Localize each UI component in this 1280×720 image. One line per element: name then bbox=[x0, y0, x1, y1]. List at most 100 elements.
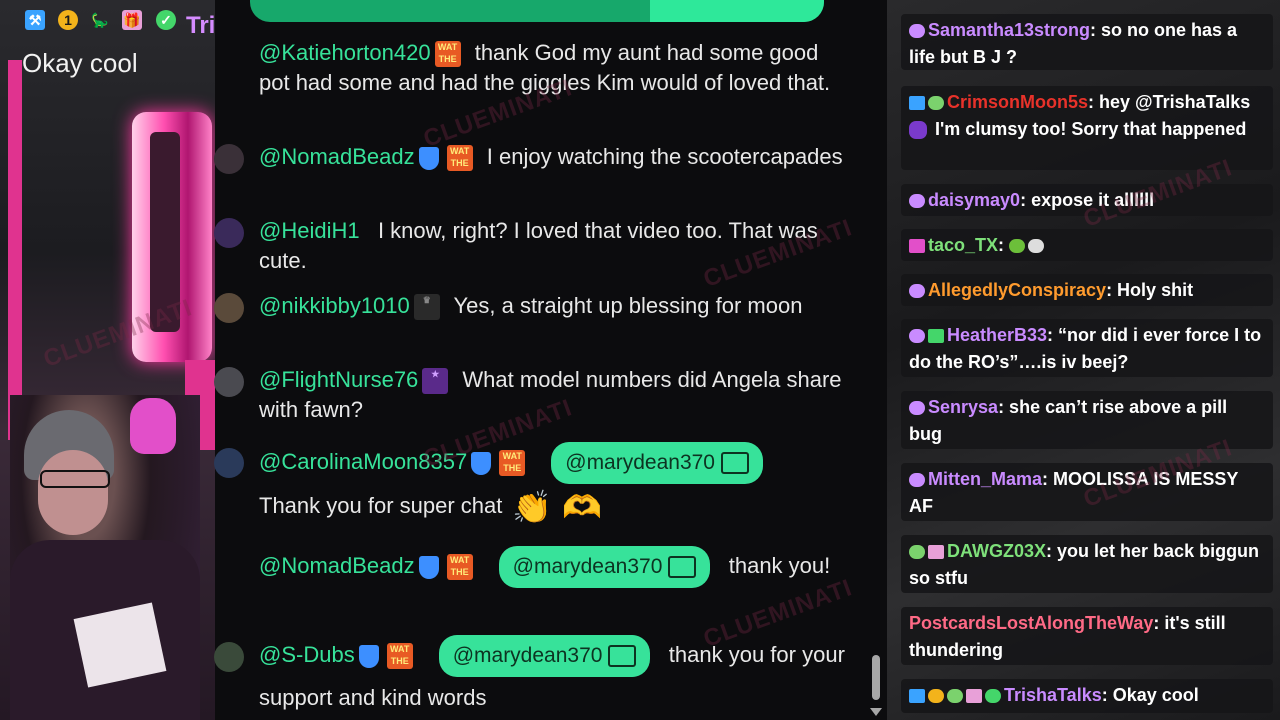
side-chat-message: CrimsonMoon5s: hey @TrishaTalks I'm clum… bbox=[901, 86, 1273, 170]
eye-icon bbox=[909, 194, 925, 209]
side-chat-message: AllegedlyConspiracy: Holy shit bbox=[901, 274, 1273, 306]
wat-badge-icon: WAT THE bbox=[386, 643, 413, 670]
wat-badge-icon: WAT THE bbox=[499, 450, 526, 477]
side-chat-message: DAWGZ03X: you let her back biggun so stf… bbox=[901, 535, 1273, 593]
clapping-hands-icon: 👏 bbox=[512, 489, 553, 526]
main-chat-panel bbox=[215, 0, 887, 720]
mention-chip[interactable]: @marydean370 bbox=[551, 442, 763, 485]
side-chat-message: taco_TX: bbox=[901, 229, 1273, 261]
scroll-down-arrow-icon[interactable] bbox=[870, 708, 882, 716]
chat-message: @nikkibby1010 ♛ Yes, a straight up blessi… bbox=[214, 291, 849, 323]
chat-username[interactable]: @NomadBeadz bbox=[259, 144, 415, 169]
chat-message: @HeidiH1 I know, right? I loved that vid… bbox=[214, 216, 849, 276]
glasses bbox=[40, 470, 110, 488]
avatar[interactable] bbox=[214, 642, 244, 672]
dino-icon: 🦕 bbox=[91, 12, 109, 28]
neon-letter-sign bbox=[132, 112, 212, 362]
eye-icon bbox=[909, 329, 925, 344]
overlay-chat-message: Okay cool bbox=[22, 48, 138, 78]
shield-badge-icon bbox=[418, 146, 439, 170]
chat-username[interactable]: HeatherB33 bbox=[947, 325, 1047, 345]
chat-username[interactable]: DAWGZ03X bbox=[947, 541, 1046, 561]
side-chat-message: daisymay0: expose it allllll bbox=[901, 184, 1273, 216]
chat-message: @Katiehorton420 WAT THE thank God my aunt… bbox=[259, 38, 849, 98]
chat-message: @FlightNurse76 ★ What model numbers did A… bbox=[214, 365, 849, 425]
side-chat-message: TrishaTalks: Okay cool bbox=[901, 679, 1273, 713]
message-icon bbox=[721, 452, 749, 475]
wat-badge-icon: WAT THE bbox=[446, 145, 473, 172]
chat-text: Yes, a straight up blessing for moon bbox=[453, 293, 803, 318]
verified-icon: ✓ bbox=[156, 10, 176, 30]
heart-hands-icon: 🫶 bbox=[562, 489, 603, 526]
chat-username[interactable]: @HeidiH1 bbox=[259, 218, 360, 243]
chat-username[interactable]: CrimsonMoon5s bbox=[947, 92, 1088, 112]
pickle-emote-icon bbox=[1009, 239, 1026, 254]
eye-icon bbox=[909, 24, 925, 39]
chat-message: @NomadBeadz WAT THE @marydean370 thank you… bbox=[259, 545, 849, 589]
chat-username[interactable]: Samantha13strong bbox=[928, 20, 1090, 40]
eye-icon bbox=[909, 473, 925, 488]
chat-username[interactable]: @nikkibby1010 bbox=[259, 293, 410, 318]
chat-username[interactable]: @FlightNurse76 bbox=[259, 367, 418, 392]
verified-icon bbox=[985, 689, 1001, 704]
message-icon bbox=[668, 556, 697, 579]
chat-username[interactable]: Mitten_Mama bbox=[928, 469, 1042, 489]
mention-chip[interactable]: @marydean370 bbox=[438, 635, 651, 678]
avatar[interactable] bbox=[214, 144, 244, 174]
chat-text: Thank you for super chat bbox=[259, 493, 503, 519]
chat-username[interactable]: @Katiehorton420 bbox=[259, 40, 431, 65]
gift-icon: 🎁 bbox=[122, 10, 142, 30]
chat-username[interactable]: AllegedlyConspiracy bbox=[928, 280, 1106, 300]
avatar[interactable] bbox=[214, 218, 244, 248]
wat-badge-icon: WAT THE bbox=[446, 554, 473, 581]
neon-bar bbox=[8, 60, 22, 440]
chat-username[interactable]: taco_TX bbox=[928, 235, 998, 255]
badge-count-icon bbox=[928, 689, 944, 704]
avatar[interactable] bbox=[214, 448, 244, 478]
scrollbar-thumb[interactable] bbox=[872, 655, 880, 700]
chat-username[interactable]: @CarolinaMoon8357 bbox=[259, 449, 467, 474]
shield-badge-icon bbox=[358, 644, 379, 668]
avatar[interactable] bbox=[214, 293, 244, 323]
gift-icon bbox=[966, 689, 982, 704]
dino-icon bbox=[928, 96, 944, 111]
gift-icon bbox=[928, 329, 944, 344]
webcam-panel bbox=[0, 0, 215, 720]
chat-username[interactable]: daisymay0 bbox=[928, 190, 1020, 210]
mention-chip[interactable]: @marydean370 bbox=[498, 546, 711, 589]
side-chat-message: HeatherB33: “nor did i ever force I to d… bbox=[901, 319, 1273, 377]
eye-icon bbox=[909, 284, 925, 299]
avatar[interactable] bbox=[214, 367, 244, 397]
crown-badge-icon: ♛ bbox=[413, 294, 440, 321]
chat-text: thank you! bbox=[728, 553, 831, 578]
shield-badge-icon bbox=[471, 451, 492, 475]
progress-bar bbox=[250, 0, 824, 22]
moderator-icon: ⚒ bbox=[25, 10, 45, 30]
mask-icon bbox=[909, 239, 925, 254]
chat-username[interactable]: Senrysa bbox=[928, 397, 998, 417]
wat-badge-icon: WAT THE bbox=[434, 41, 461, 68]
purple-emote-icon bbox=[909, 121, 927, 140]
chat-message: @CarolinaMoon8357 WAT THE @marydean370 Tha… bbox=[214, 440, 849, 529]
chat-username[interactable]: @NomadBeadz bbox=[259, 553, 415, 578]
chat-username[interactable]: TrishaTalks bbox=[1004, 685, 1102, 705]
side-chat-message: Samantha13strong: so no one has a life b… bbox=[901, 14, 1273, 70]
streamer-face bbox=[38, 450, 108, 535]
dino-icon bbox=[947, 689, 963, 704]
badge-count-icon: 1 bbox=[58, 10, 78, 30]
member-badge-icon: ★ bbox=[422, 368, 449, 395]
smoke-emote-icon bbox=[1028, 239, 1045, 254]
moderator-icon bbox=[909, 689, 925, 704]
eye-icon bbox=[909, 401, 925, 416]
shield-badge-icon bbox=[418, 555, 439, 579]
chat-text: I enjoy watching the scootercapades bbox=[486, 144, 843, 169]
message-icon bbox=[608, 645, 637, 668]
chat-message: @NomadBeadz WAT THE I enjoy watching the … bbox=[214, 142, 849, 174]
side-chat-message: Mitten_Mama: MOOLISSA IS MESSY AF bbox=[901, 463, 1273, 521]
chat-username[interactable]: PostcardsLostAlongTheWay bbox=[909, 613, 1153, 633]
gift-icon bbox=[928, 545, 944, 560]
chat-username[interactable]: @S-Dubs bbox=[259, 642, 355, 667]
ski-mask-icon bbox=[130, 398, 176, 454]
moderator-icon bbox=[909, 96, 925, 111]
dino-icon bbox=[909, 545, 925, 560]
